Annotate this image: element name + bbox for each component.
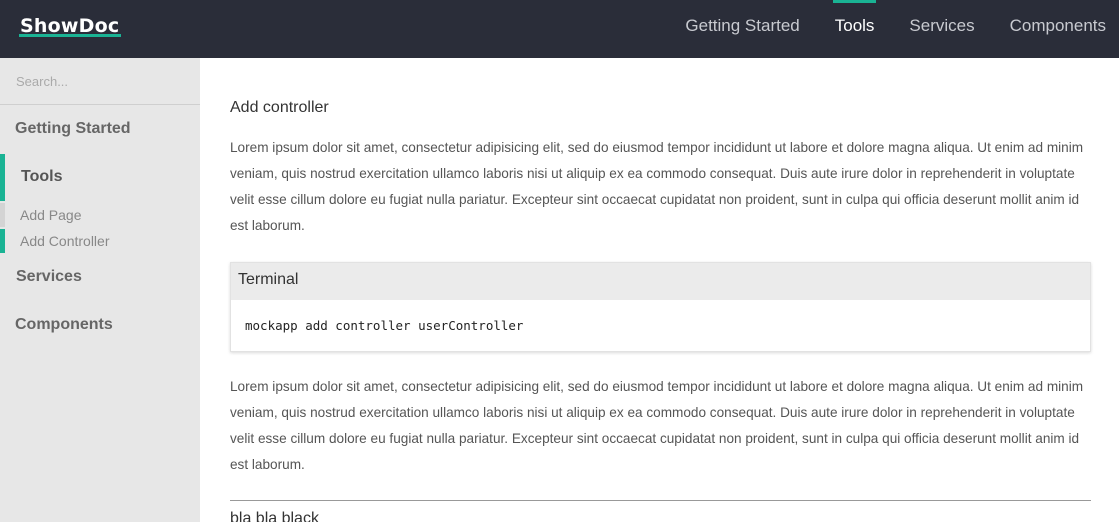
body-paragraph: Lorem ipsum dolor sit amet, consectetur …: [230, 140, 1084, 233]
sidebar-item-label: Tools: [21, 168, 63, 185]
sidebar-subitem-label: Add Page: [20, 207, 82, 223]
terminal-block: Terminal mockapp add controller userCont…: [230, 262, 1091, 352]
section-divider: [230, 500, 1091, 501]
nav-components[interactable]: Components: [1010, 0, 1106, 58]
search-input[interactable]: [0, 58, 200, 105]
sidebar-subitem-add-controller[interactable]: Add Controller: [0, 229, 200, 253]
sidebar-item-services[interactable]: Services: [16, 268, 82, 286]
sidebar-item-tools[interactable]: Tools: [0, 154, 200, 201]
sidebar-subitem-label: Add Controller: [20, 233, 110, 249]
main-nav: Getting Started Tools Services Component…: [685, 0, 1119, 58]
terminal-title: Terminal: [238, 271, 299, 288]
logo-underline: [19, 34, 121, 37]
sidebar-item-getting-started[interactable]: Getting Started: [15, 120, 131, 138]
sidebar: Getting Started Tools Add Page Add Contr…: [0, 58, 200, 522]
terminal-header: Terminal: [231, 263, 1090, 300]
sidebar-subitem-add-page[interactable]: Add Page: [0, 203, 200, 227]
subitem-marker: [0, 203, 5, 227]
top-navbar: ShowDoc Getting Started Tools Services C…: [0, 0, 1119, 58]
sidebar-item-components[interactable]: Components: [15, 316, 113, 334]
body-paragraph: Lorem ipsum dolor sit amet, consectetur …: [230, 379, 1084, 472]
nav-getting-started[interactable]: Getting Started: [685, 0, 799, 58]
next-section-heading: bla bla black: [230, 510, 319, 522]
terminal-code[interactable]: mockapp add controller userController: [245, 318, 523, 333]
subitem-marker: [0, 229, 5, 253]
nav-tools[interactable]: Tools: [832, 0, 877, 58]
section-heading: Add controller: [230, 99, 329, 116]
nav-services[interactable]: Services: [909, 0, 974, 58]
active-indicator: [0, 154, 5, 201]
